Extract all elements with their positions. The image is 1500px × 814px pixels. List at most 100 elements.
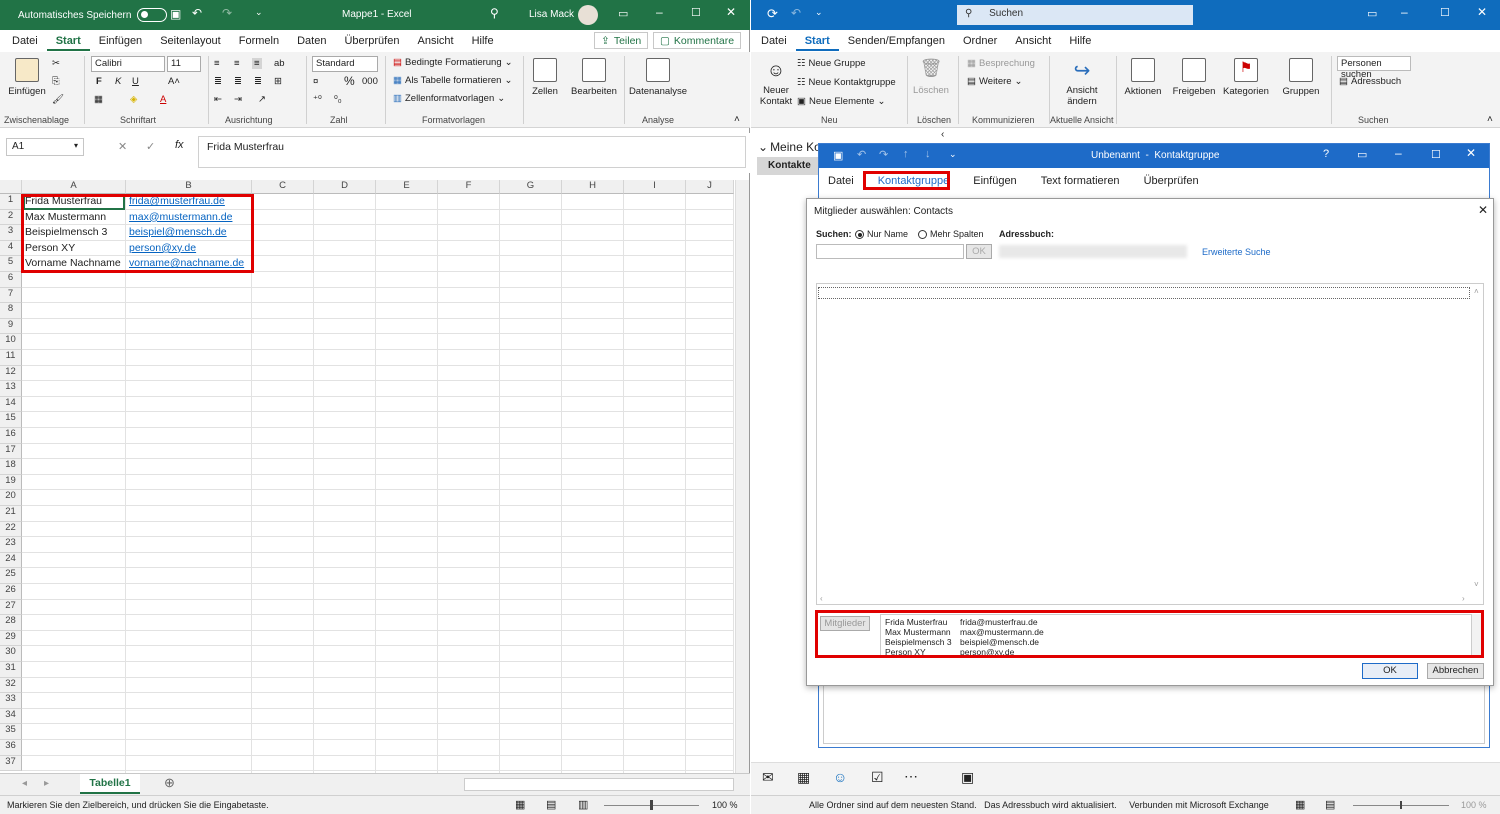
search-icon[interactable]: ⚲ <box>490 6 499 20</box>
function-icon[interactable]: fx <box>175 139 184 151</box>
row-header[interactable]: 36 <box>0 740 22 756</box>
search-ok-button[interactable]: OK <box>966 244 992 259</box>
help-icon[interactable]: ? <box>1323 148 1329 160</box>
align-right-icon[interactable]: ≣ <box>254 76 262 87</box>
zoom-thumb[interactable] <box>650 800 653 810</box>
thousands-icon[interactable]: 000 <box>362 76 378 87</box>
undo-icon[interactable]: ↶ <box>857 148 866 161</box>
number-format-select[interactable]: Standard <box>312 56 378 72</box>
page-layout-icon[interactable]: ▤ <box>546 798 556 811</box>
reading-view-icon[interactable]: ▤ <box>1325 798 1335 811</box>
column-header[interactable]: F <box>438 180 500 194</box>
percent-icon[interactable]: % <box>344 74 355 88</box>
align-center-icon[interactable]: ≣ <box>234 76 242 87</box>
scroll-up-icon[interactable]: ˄ <box>1474 287 1479 296</box>
share-button[interactable]: Freigeben <box>1171 58 1217 97</box>
ribbon-display-icon[interactable]: ▭ <box>1357 148 1367 161</box>
row-header[interactable]: 14 <box>0 396 22 413</box>
close-icon[interactable]: ✕ <box>1466 146 1476 160</box>
tab-start[interactable]: Start <box>795 35 839 51</box>
bold-icon[interactable]: F <box>96 76 102 87</box>
view-change-button[interactable]: ↪ Ansicht ändern <box>1057 58 1107 107</box>
tab-einfuegen[interactable]: Einfügen <box>90 35 151 51</box>
row-header[interactable]: 9 <box>0 318 22 335</box>
merge-icon[interactable]: ⊞ <box>274 76 282 87</box>
row-header[interactable]: 10 <box>0 334 22 350</box>
tab-ueberpruefen[interactable]: Überprüfen <box>335 35 408 51</box>
sheet-prev-icon[interactable]: ◂ <box>22 778 27 789</box>
tab-datei[interactable]: Datei <box>3 35 47 51</box>
format-as-table-button[interactable]: ▦ Als Tabelle formatieren ⌄ <box>393 75 512 86</box>
fill-color-icon[interactable]: ◈ <box>130 94 137 105</box>
address-book-button[interactable]: ▤ Adressbuch <box>1339 76 1401 87</box>
undo-icon[interactable]: ↶ <box>791 6 801 20</box>
zoom-thumb[interactable] <box>1400 801 1402 809</box>
cells-button[interactable]: Zellen <box>528 58 562 97</box>
row-header[interactable]: 4 <box>0 240 22 257</box>
redo-icon[interactable]: ↷ <box>222 6 232 20</box>
share-button[interactable]: ⇪ Teilen <box>594 32 649 49</box>
edit-button[interactable]: Bearbeiten <box>570 58 618 97</box>
tab-senden-empfangen[interactable]: Senden/Empfangen <box>839 35 954 51</box>
qat-dropdown-icon[interactable]: ⌄ <box>815 7 823 18</box>
comments-button[interactable]: ▢ Kommentare <box>653 32 742 49</box>
sheet-tab[interactable]: Tabelle1 <box>80 774 140 794</box>
row-header[interactable]: 13 <box>0 381 22 397</box>
avatar[interactable] <box>578 5 598 25</box>
column-header[interactable]: C <box>252 180 314 194</box>
new-contact-group-button[interactable]: ☷ Neue Kontaktgruppe <box>797 77 896 88</box>
row-header[interactable]: 20 <box>0 490 22 506</box>
row-header[interactable]: 18 <box>0 459 22 475</box>
dialog-close-icon[interactable]: ✕ <box>1478 203 1488 217</box>
row-header[interactable]: 15 <box>0 412 22 428</box>
row-header[interactable]: 3 <box>0 225 22 241</box>
row-header[interactable]: 23 <box>0 537 22 553</box>
row-header[interactable]: 34 <box>0 708 22 725</box>
collapse-ribbon-icon[interactable]: ˄ <box>734 114 740 125</box>
add-sheet-icon[interactable]: ⊕ <box>164 775 175 791</box>
results-header-row[interactable] <box>818 287 1470 299</box>
row-header[interactable]: 1 <box>0 194 22 210</box>
orientation-icon[interactable]: ↗ <box>258 94 266 105</box>
row-header[interactable]: 27 <box>0 599 22 616</box>
align-bottom-icon[interactable]: ≡ <box>252 58 262 69</box>
tab-einfuegen[interactable]: Einfügen <box>964 175 1025 187</box>
column-header[interactable]: A <box>22 180 126 194</box>
groups-button[interactable]: Gruppen <box>1279 58 1323 97</box>
maximize-icon[interactable]: ☐ <box>1440 6 1450 19</box>
row-header[interactable]: 7 <box>0 287 22 304</box>
meeting-button[interactable]: ▦ Besprechung <box>967 58 1035 69</box>
row-header[interactable]: 24 <box>0 552 22 569</box>
cancel-button[interactable]: Abbrechen <box>1427 663 1484 679</box>
close-icon[interactable]: ✕ <box>726 5 736 19</box>
italic-icon[interactable]: K <box>115 76 121 87</box>
row-header[interactable]: 6 <box>0 272 22 288</box>
cancel-icon[interactable]: ✕ <box>118 140 127 153</box>
collapse-ribbon-icon[interactable]: ˄ <box>1487 114 1493 125</box>
font-name-select[interactable]: Calibri <box>91 56 165 72</box>
indent-increase-icon[interactable]: ⇥ <box>234 94 242 105</box>
maximize-icon[interactable]: ☐ <box>1431 148 1441 161</box>
row-header[interactable]: 2 <box>0 209 22 226</box>
new-group-button[interactable]: ☷ Neue Gruppe <box>797 58 866 69</box>
namebox-dropdown-icon[interactable]: ▾ <box>74 141 78 150</box>
row-header[interactable]: 30 <box>0 646 22 662</box>
column-header[interactable]: D <box>314 180 376 194</box>
qat-dropdown-icon[interactable]: ⌄ <box>949 149 957 160</box>
ok-button[interactable]: OK <box>1362 663 1418 679</box>
align-top-icon[interactable]: ≡ <box>214 58 220 69</box>
advanced-search-link[interactable]: Erweiterte Suche <box>1202 247 1271 257</box>
tab-ordner[interactable]: Ordner <box>954 35 1006 51</box>
align-left-icon[interactable]: ≣ <box>214 76 222 87</box>
more-button[interactable]: ▤ Weitere ⌄ <box>967 76 1023 87</box>
underline-icon[interactable]: U <box>132 76 139 87</box>
column-header[interactable]: J <box>686 180 734 194</box>
scroll-down-icon[interactable]: ˅ <box>1474 580 1479 589</box>
undo-icon[interactable]: ↶ <box>192 6 202 20</box>
radio-name-only[interactable]: Nur Name <box>855 229 908 240</box>
save-icon[interactable]: ▣ <box>170 7 181 21</box>
delete-button[interactable]: 🗑 Löschen <box>911 58 951 96</box>
tab-ansicht[interactable]: Ansicht <box>1006 35 1060 51</box>
contact-card-icon[interactable]: ▣ <box>961 769 974 786</box>
search-box[interactable]: ⚲ Suchen <box>957 5 1193 25</box>
